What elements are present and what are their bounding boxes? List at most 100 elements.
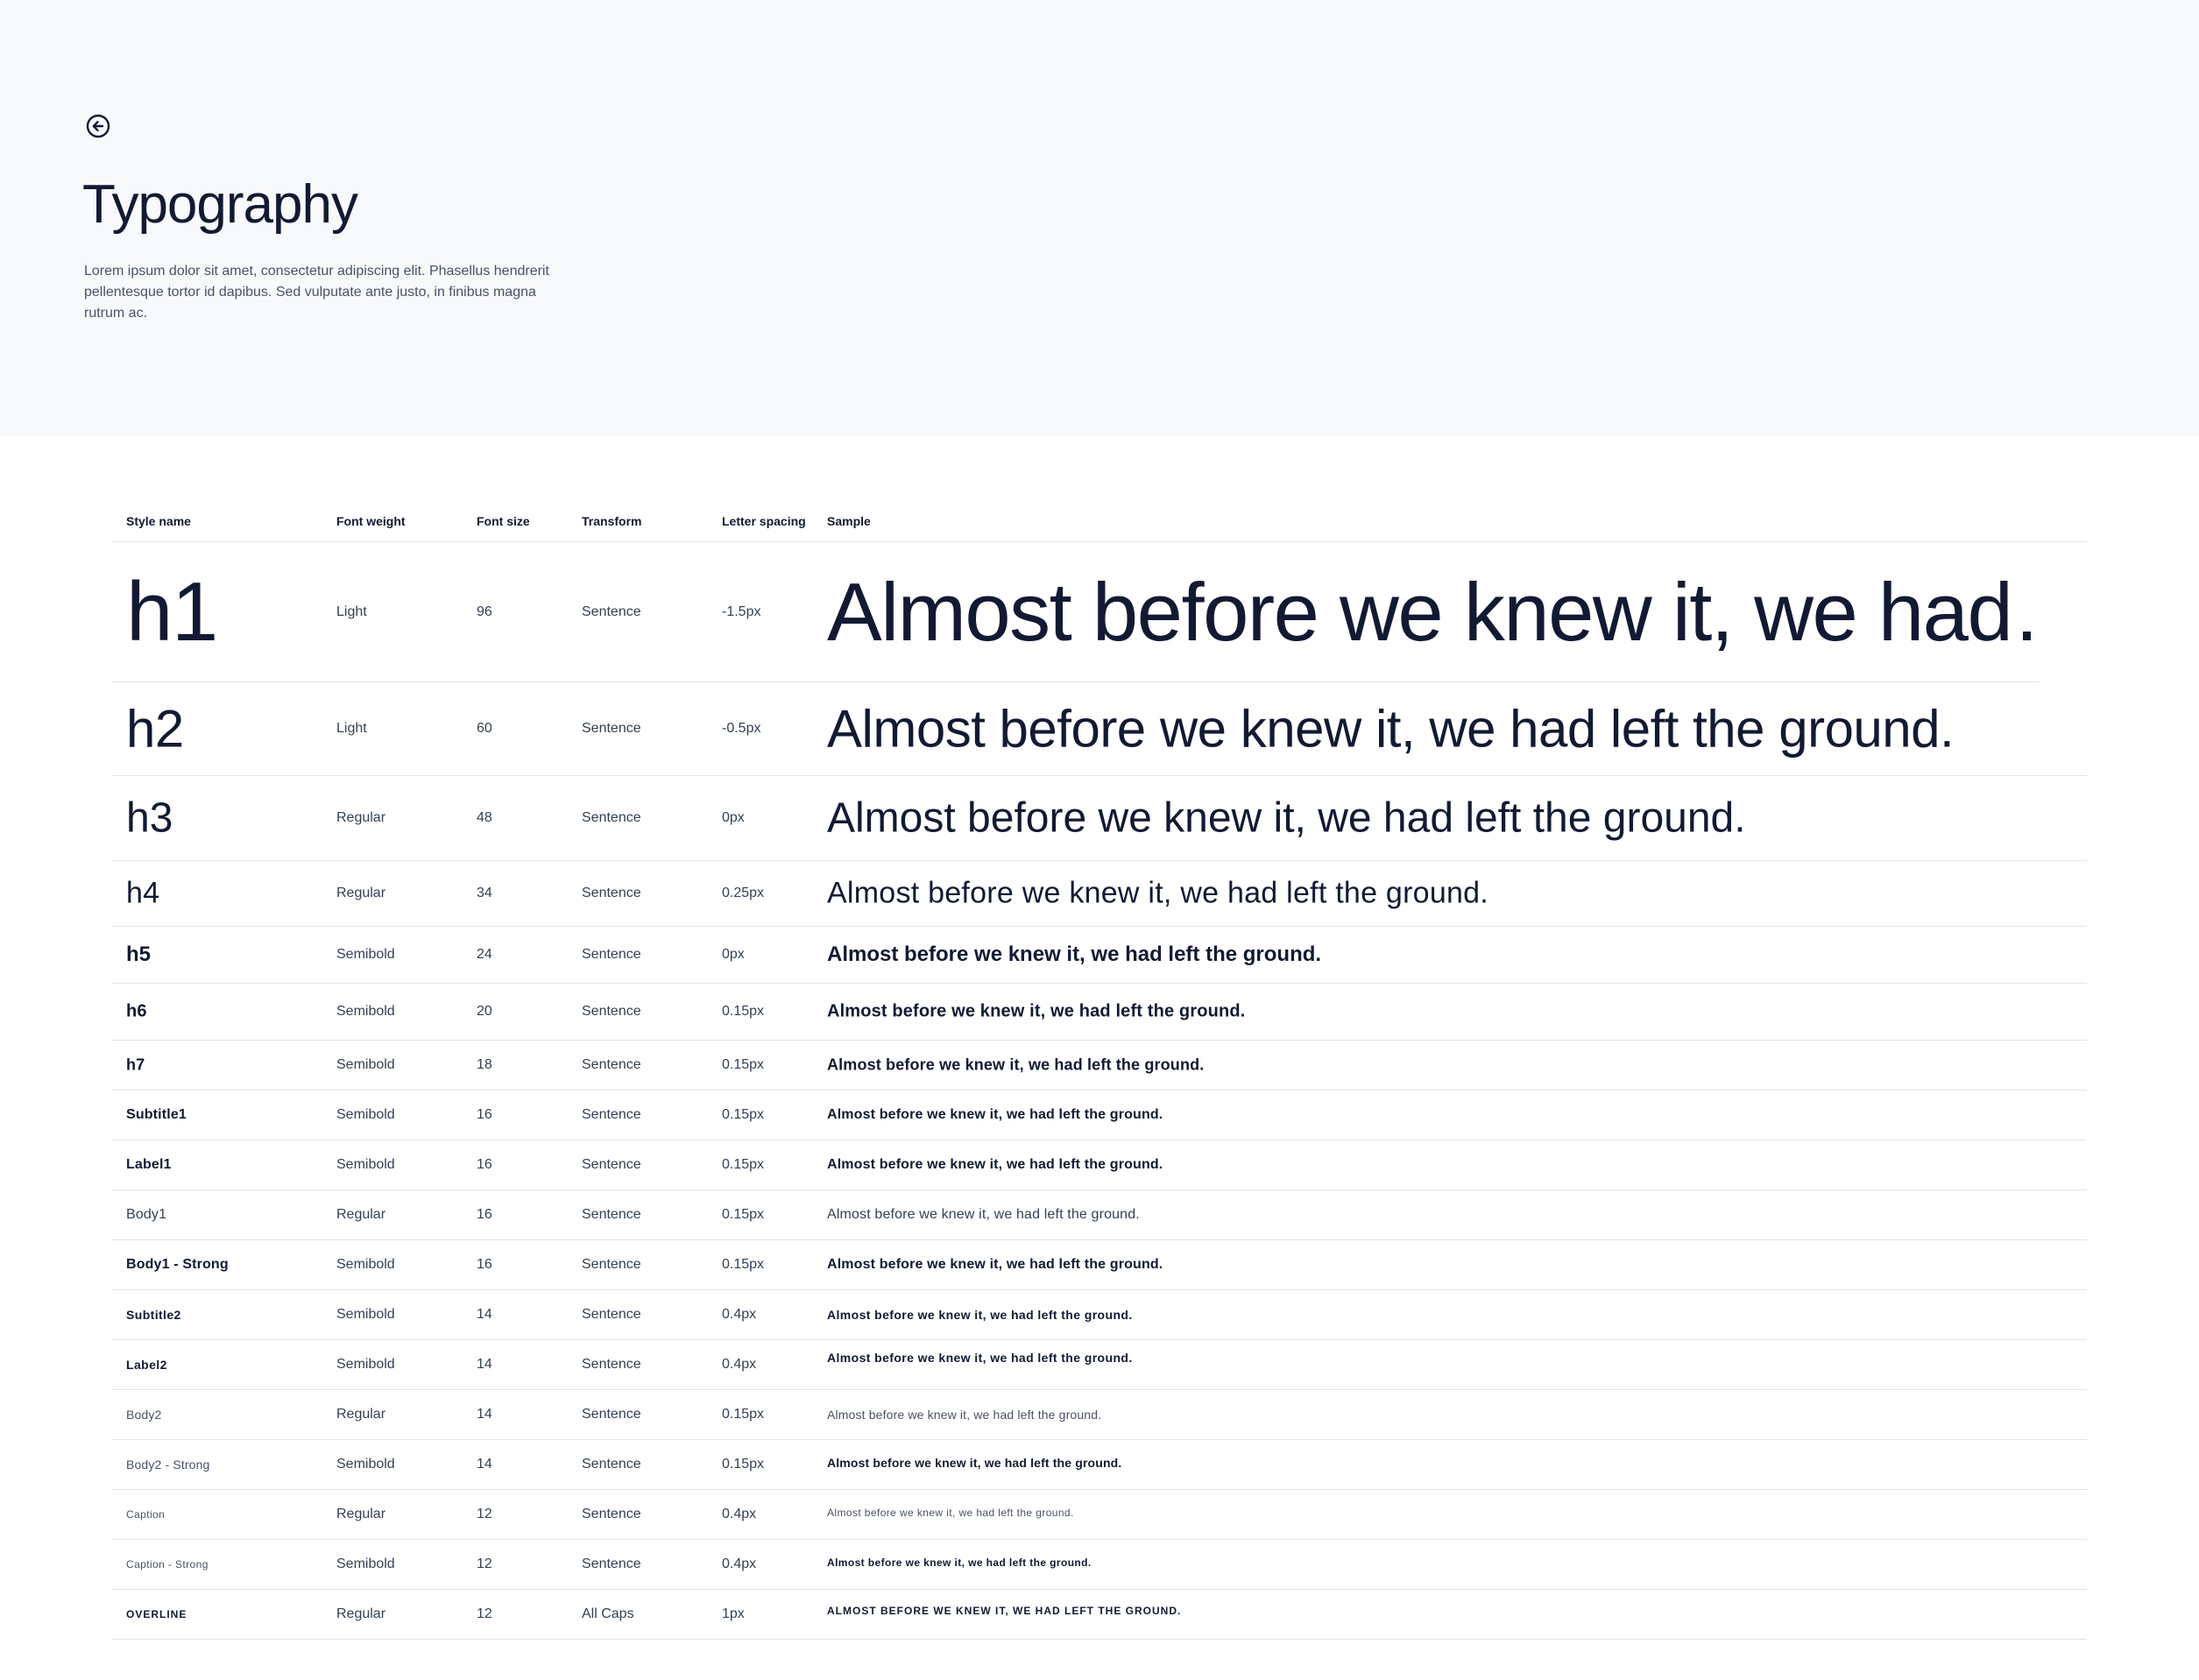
style-name: Caption - Strong [126,1558,209,1571]
transform: Sentence [582,1207,641,1222]
sample-text: Almost before we knew it, we had left th… [827,1001,1246,1021]
transform: Sentence [582,721,641,736]
font-weight: Semibold [336,947,395,962]
transform: Sentence [582,1457,641,1472]
sample-text: Almost before we knew it, we had left th… [827,1055,1205,1074]
font-weight: Light [336,721,367,736]
table-row-caption-strong: Caption - Strong Semibold 12 Sentence 0.… [112,1540,2087,1590]
style-name: Subtitle2 [126,1308,181,1322]
letter-spacing: 0.15px [722,1257,765,1272]
sample-text: Almost before we knew it, we had left th… [827,1207,1140,1222]
letter-spacing: 0px [722,810,745,825]
style-name: OVERLINE [126,1608,187,1620]
letter-spacing: 0.4px [722,1556,757,1571]
arrow-left-circle-icon [86,114,110,138]
style-name: h5 [126,942,152,966]
font-weight: Regular [336,1407,386,1422]
table-row-body1: Body1 Regular 16 Sentence 0.15px Almost … [112,1190,2087,1240]
sample-text: Almost before we knew it, we had left th… [827,1107,1163,1122]
letter-spacing: 0.4px [722,1357,757,1372]
font-weight: Regular [336,886,386,900]
page-title: Typography [82,174,358,235]
letter-spacing: 0.25px [722,886,765,900]
style-name: Caption [126,1508,166,1521]
table-header-row: Style name Font weight Font size Transfo… [112,501,2087,542]
letter-spacing: 0.15px [722,1207,765,1222]
back-button[interactable] [84,112,112,140]
letter-spacing: 0.4px [722,1307,757,1322]
table-row-label1: Label1 Semibold 16 Sentence 0.15px Almos… [112,1140,2087,1190]
letter-spacing: 1px [722,1606,745,1621]
table-row-h2: h2 Light 60 Sentence -0.5px Almost befor… [112,682,2087,776]
table-row-body1-strong: Body1 - Strong Semibold 16 Sentence 0.15… [112,1240,2087,1290]
column-header-font-size: Font size [477,514,530,528]
transform: Sentence [582,1004,641,1019]
font-size: 12 [477,1507,492,1521]
font-size: 48 [477,810,492,825]
transform: Sentence [582,1257,641,1272]
letter-spacing: -0.5px [722,721,761,736]
transform: All Caps [582,1606,634,1621]
font-size: 20 [477,1004,492,1019]
sample-text: Almost before we knew it, we had left th… [827,1351,1133,1365]
sample-text: Almost before we knew it, we had left th… [827,1257,1163,1272]
sample-text: Almost before we knew it, we had left th… [827,1456,1122,1470]
transform: Sentence [582,1307,641,1322]
font-size: 16 [477,1207,492,1222]
transform: Sentence [582,1057,641,1072]
table-row-body2-strong: Body2 - Strong Semibold 14 Sentence 0.15… [112,1440,2087,1490]
font-weight: Regular [336,1507,386,1521]
font-weight: Semibold [336,1157,395,1172]
letter-spacing: 0.15px [722,1107,765,1122]
transform: Sentence [582,1556,641,1571]
sample-text: Almost before we knew it, we had left th… [827,699,1955,759]
column-header-transform: Transform [582,514,642,528]
table-row-h6: h6 Semibold 20 Sentence 0.15px Almost be… [112,984,2087,1041]
font-size: 34 [477,886,492,900]
sample-text: Almost before we knew it, we had left th… [827,1308,1133,1322]
font-size: 60 [477,721,492,736]
column-header-font-weight: Font weight [336,514,406,528]
table-row-body2: Body2 Regular 14 Sentence 0.15px Almost … [112,1390,2087,1440]
font-weight: Light [336,604,367,619]
font-weight: Semibold [336,1257,395,1272]
font-size: 18 [477,1057,492,1072]
style-name: h4 [126,876,160,910]
transform: Sentence [582,810,641,825]
sample-text: Almost before we knew it, we had left th… [827,1408,1102,1422]
table-row-overline: OVERLINE Regular 12 All Caps 1px ALMOST … [112,1590,2087,1640]
table-row-caption: Caption Regular 12 Sentence 0.4px Almost… [112,1490,2087,1540]
letter-spacing: 0.4px [722,1507,757,1521]
style-name: Body1 - Strong [126,1257,229,1272]
style-name: Subtitle1 [126,1107,187,1122]
font-size: 16 [477,1157,492,1172]
table-row-h3: h3 Regular 48 Sentence 0px Almost before… [112,776,2087,861]
letter-spacing: 0.15px [722,1407,765,1422]
style-name: h2 [126,699,184,759]
transform: Sentence [582,947,641,962]
transform: Sentence [582,1357,641,1372]
table-row-label2: Label2 Semibold 14 Sentence 0.4px Almost… [112,1340,2087,1390]
font-size: 14 [477,1357,492,1372]
letter-spacing: 0.15px [722,1057,765,1072]
page-header: Typography Lorem ipsum dolor sit amet, c… [0,0,2199,436]
sample-text: Almost before we knew it, we had left th… [827,942,1322,966]
style-name: Body1 [126,1207,167,1222]
page-description: Lorem ipsum dolor sit amet, consectetur … [84,264,549,321]
font-weight: Regular [336,1606,386,1621]
font-size: 14 [477,1457,492,1472]
letter-spacing: 0.15px [722,1157,765,1172]
letter-spacing: 0.15px [722,1457,765,1472]
font-weight: Semibold [336,1307,395,1322]
table-row-h4: h4 Regular 34 Sentence 0.25px Almost bef… [112,861,2087,927]
sample-text: Almost before we knew it, we had left th… [827,876,1488,910]
font-size: 16 [477,1257,492,1272]
style-name: h6 [126,1001,147,1021]
style-name: h3 [126,794,173,842]
transform: Sentence [582,886,641,900]
letter-spacing: 0.15px [722,1004,765,1019]
font-weight: Semibold [336,1057,395,1072]
style-name: Label2 [126,1358,167,1372]
table-row-h1: h1 Light 96 Sentence -1.5px Almost befor… [112,542,2040,682]
transform: Sentence [582,1507,641,1521]
